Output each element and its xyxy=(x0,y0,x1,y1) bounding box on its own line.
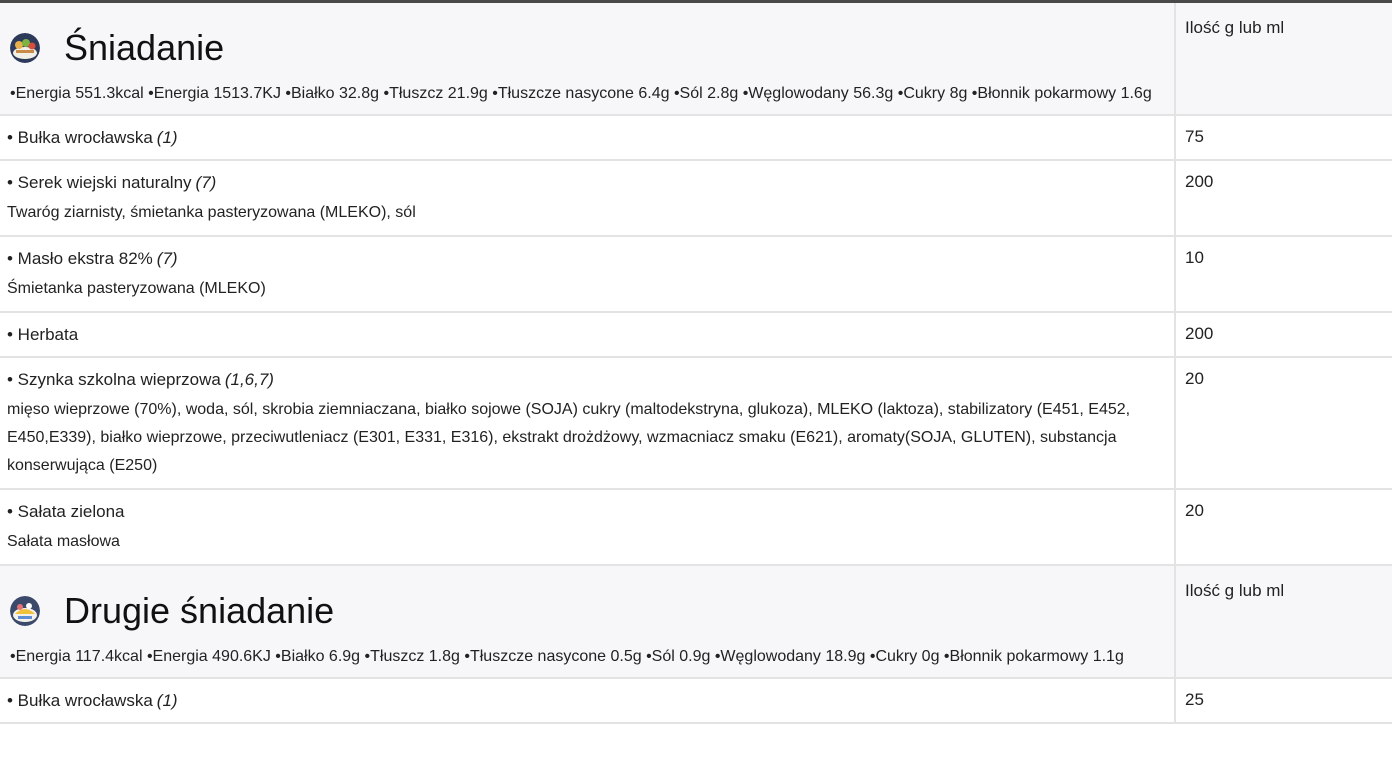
menu-table: Śniadanie •Energia 551.3kcal •Energia 15… xyxy=(0,3,1392,724)
breakfast-plate-icon xyxy=(10,33,40,63)
item-name: • Bułka wrocławska xyxy=(7,128,153,147)
quantity-header: Ilość g lub ml xyxy=(1174,3,1392,116)
table-row: • Bułka wrocławska (1) 25 xyxy=(0,678,1392,724)
table-row: • Serek wiejski naturalny (7) Twaróg ziar… xyxy=(0,160,1392,237)
item-ingredients: Twaróg ziarnisty, śmietanka pasteryzowan… xyxy=(7,204,416,221)
item-quantity: 25 xyxy=(1174,678,1392,724)
table-row: • Sałata zielona Sałata masłowa 20 xyxy=(0,489,1392,566)
item-name: • Herbata xyxy=(7,325,79,344)
meal-header-row: Śniadanie •Energia 551.3kcal •Energia 15… xyxy=(0,3,1392,116)
item-name: • Serek wiejski naturalny xyxy=(7,173,192,192)
quantity-header: Ilość g lub ml xyxy=(1174,565,1392,679)
meal-title: Drugie śniadanie xyxy=(64,590,335,631)
item-quantity: 75 xyxy=(1174,115,1392,161)
item-allergens: (1,6,7) xyxy=(224,370,274,389)
meal-title-row: Drugie śniadanie xyxy=(10,587,1164,635)
table-row: • Szynka szkolna wieprzowa (1,6,7) mięso … xyxy=(0,357,1392,490)
nutrition-summary: •Energia 117.4kcal •Energia 490.6KJ •Bia… xyxy=(10,648,1124,665)
meal-header-row: Drugie śniadanie •Energia 117.4kcal •Ene… xyxy=(0,565,1392,679)
item-allergens: (1) xyxy=(156,128,178,147)
item-ingredients: Sałata masłowa xyxy=(7,533,120,550)
meal-header-cell: Drugie śniadanie •Energia 117.4kcal •Ene… xyxy=(0,565,1175,679)
item-allergens: (7) xyxy=(156,249,178,268)
item-quantity: 200 xyxy=(1174,312,1392,358)
item-quantity: 20 xyxy=(1174,489,1392,566)
table-row: • Herbata 200 xyxy=(0,312,1392,358)
table-row: • Bułka wrocławska (1) 75 xyxy=(0,115,1392,161)
item-name: • Szynka szkolna wieprzowa xyxy=(7,370,221,389)
nutrition-summary: •Energia 551.3kcal •Energia 1513.7KJ •Bi… xyxy=(10,85,1152,102)
item-name: • Sałata zielona xyxy=(7,502,125,521)
table-row: • Masło ekstra 82% (7) Śmietanka pasteryz… xyxy=(0,236,1392,313)
meal-title: Śniadanie xyxy=(64,27,225,68)
item-ingredients: Śmietanka pasteryzowana (MLEKO) xyxy=(7,280,266,297)
item-ingredients: mięso wieprzowe (70%), woda, sól, skrobi… xyxy=(7,401,1131,474)
item-allergens: (7) xyxy=(195,173,217,192)
item-allergens: (1) xyxy=(156,691,178,710)
item-name: • Bułka wrocławska xyxy=(7,691,153,710)
item-name: • Masło ekstra 82% xyxy=(7,249,153,268)
meal-title-row: Śniadanie xyxy=(10,24,1164,72)
meal-header-cell: Śniadanie •Energia 551.3kcal •Energia 15… xyxy=(0,3,1175,116)
item-quantity: 200 xyxy=(1174,160,1392,237)
item-quantity: 20 xyxy=(1174,357,1392,490)
item-quantity: 10 xyxy=(1174,236,1392,313)
second-breakfast-plate-icon xyxy=(10,596,40,626)
